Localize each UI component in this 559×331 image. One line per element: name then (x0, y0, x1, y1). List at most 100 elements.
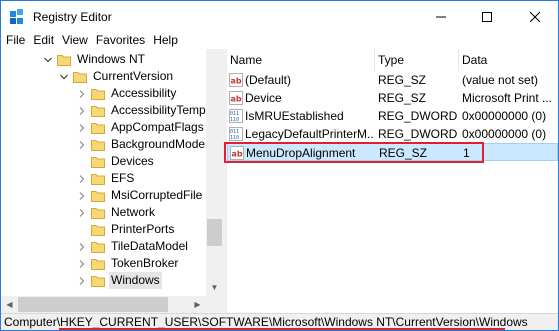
minimize-button[interactable] (418, 1, 464, 32)
chevron-right-icon[interactable] (77, 204, 87, 221)
folder-icon (73, 71, 87, 83)
value-name-cell: 011 110 LegacyDefaultPrinterM... (229, 125, 375, 143)
tree-item[interactable]: MsiCorruptedFile (77, 187, 204, 204)
string-value-icon: ab (229, 73, 243, 87)
menu-help[interactable]: Help (149, 32, 182, 49)
close-button[interactable] (512, 1, 558, 32)
value-data: (value not set) (462, 73, 539, 87)
string-value-icon: ab (230, 146, 244, 160)
tree-item[interactable]: BackgroundMode (77, 136, 207, 153)
no-expander (77, 153, 87, 170)
folder-icon (91, 156, 105, 168)
value-type: REG_SZ (378, 73, 427, 87)
tree-item-label: AccessibilityTemp (111, 103, 206, 117)
column-header-name[interactable]: Name (227, 49, 375, 71)
title-bar[interactable]: Registry Editor (1, 1, 558, 32)
tree-item-label: TokenBroker (111, 256, 179, 270)
column-header-type[interactable]: Type (375, 49, 459, 71)
tree-vertical-scrollbar[interactable]: ▼ (206, 49, 223, 296)
chevron-right-icon[interactable] (77, 238, 87, 255)
tree-item-label: CurrentVersion (93, 69, 174, 83)
tree-item-label: EFS (111, 171, 135, 185)
tree-item-label: PrinterPorts (111, 222, 175, 236)
chevron-right-icon[interactable] (77, 255, 87, 272)
tree-item[interactable]: CurrentVersion (59, 68, 175, 85)
values-list-pane[interactable]: Name Type Data ab (Default) REG_SZ (value n… (227, 49, 558, 313)
value-data: 0x00000000 (0) (462, 127, 547, 141)
tree-item[interactable]: Windows NT (43, 51, 147, 68)
svg-text:ab: ab (231, 95, 242, 104)
tree-item-label: Windows NT (77, 52, 146, 66)
folder-icon (91, 258, 105, 270)
tree-item[interactable]: Devices (77, 153, 156, 170)
scroll-left-arrow-icon[interactable]: ◀ (1, 296, 18, 313)
tree-horizontal-scrollbar[interactable]: ◀ ▶ (1, 296, 206, 313)
scroll-right-arrow-icon[interactable]: ▶ (189, 296, 206, 313)
annotation-underline (59, 328, 505, 330)
chevron-right-icon[interactable] (77, 170, 87, 187)
svg-text:110: 110 (230, 117, 239, 123)
value-name-cell: 011 110 IsMRUEstablished (229, 107, 375, 125)
tree-item[interactable]: Accessibility (77, 85, 178, 102)
folder-icon (91, 139, 105, 151)
binary-value-icon: 011 110 (229, 109, 243, 123)
tree-item-label: Windows (109, 272, 162, 289)
menu-bar: File Edit View Favorites Help (1, 32, 558, 49)
tree-vertical-scroll-thumb[interactable] (207, 219, 222, 246)
value-row[interactable]: ab MenuDropAlignment REG_SZ 1 (227, 143, 558, 161)
scroll-down-arrow-icon[interactable]: ▼ (206, 279, 223, 296)
chevron-right-icon[interactable] (77, 272, 87, 289)
close-icon (530, 11, 540, 22)
tree-item-label: AppCompatFlags (111, 120, 204, 134)
folder-icon (57, 54, 71, 66)
svg-text:ab: ab (232, 150, 243, 159)
folder-icon (91, 105, 105, 117)
maximize-button[interactable] (464, 1, 510, 32)
value-name-cell: ab Device (229, 89, 375, 107)
menu-favorites[interactable]: Favorites (92, 32, 149, 49)
chevron-right-icon[interactable] (77, 119, 87, 136)
menu-file[interactable]: File (1, 32, 29, 49)
value-name: IsMRUEstablished (245, 109, 344, 123)
value-data: Microsoft Print ... (462, 91, 553, 105)
chevron-down-icon[interactable] (43, 51, 53, 68)
menu-view[interactable]: View (58, 32, 92, 49)
tree-item[interactable]: Network (77, 204, 157, 221)
tree-item[interactable]: AccessibilityTemp (77, 102, 208, 119)
key-tree-pane[interactable]: Windows NT CurrentVersion Accessibility Acc… (1, 49, 223, 313)
minimize-icon (436, 16, 446, 17)
value-type: REG_DWORD (378, 127, 458, 141)
value-row[interactable]: ab (Default) REG_SZ (value not set) (227, 71, 558, 89)
tree-item-label: Network (111, 205, 156, 219)
menu-edit[interactable]: Edit (29, 32, 58, 49)
folder-icon (91, 207, 105, 219)
value-row[interactable]: ab Device REG_SZ Microsoft Print ... (227, 89, 558, 107)
tree-item[interactable]: PrinterPorts (77, 221, 176, 238)
chevron-right-icon[interactable] (77, 187, 87, 204)
value-name-cell: ab (Default) (229, 71, 375, 89)
tree-item[interactable]: TokenBroker (77, 255, 180, 272)
value-data: 1 (463, 146, 470, 160)
tree-item[interactable]: EFS (77, 170, 136, 187)
tree-item[interactable]: AppCompatFlags (77, 119, 206, 136)
binary-value-icon: 011 110 (229, 127, 243, 141)
value-name: Device (245, 91, 282, 105)
column-header-data[interactable]: Data (459, 49, 558, 71)
tree-item[interactable]: TileDataModel (77, 238, 190, 255)
chevron-right-icon[interactable] (77, 136, 87, 153)
chevron-right-icon[interactable] (77, 85, 87, 102)
window-title: Registry Editor (33, 10, 112, 24)
value-name-cell: ab MenuDropAlignment (230, 144, 376, 162)
value-row[interactable]: 011 110 IsMRUEstablished REG_DWORD 0x0000000… (227, 107, 558, 125)
chevron-down-icon[interactable] (59, 68, 69, 85)
value-name: (Default) (245, 73, 292, 87)
folder-icon (91, 224, 105, 236)
value-data: 0x00000000 (0) (462, 109, 547, 123)
chevron-right-icon[interactable] (77, 102, 87, 119)
tree-item-label: Accessibility (111, 86, 177, 100)
tree-item-label: BackgroundMode (111, 137, 206, 151)
tree-horizontal-scroll-thumb[interactable] (18, 297, 168, 312)
tree-item[interactable]: Windows (77, 272, 162, 289)
value-row[interactable]: 011 110 LegacyDefaultPrinterM... REG_DWORD 0… (227, 125, 558, 143)
tree-item-label: Devices (111, 154, 154, 168)
